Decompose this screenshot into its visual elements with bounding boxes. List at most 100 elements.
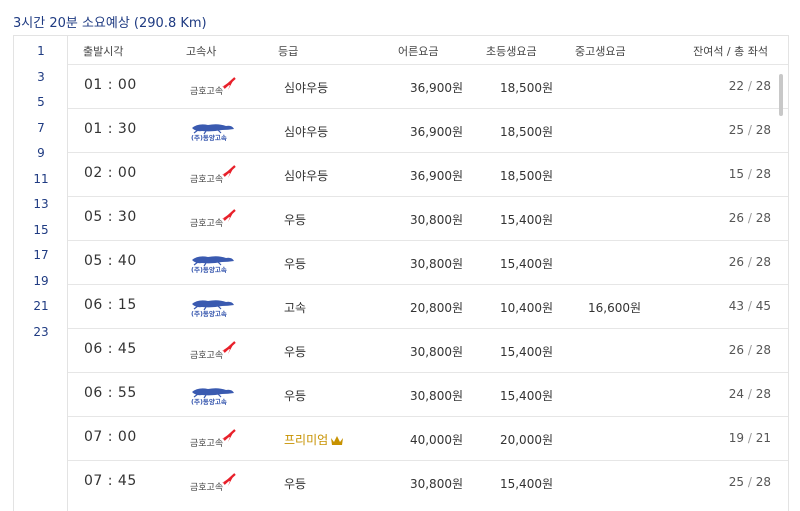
hour-index: 1 3 5 7 9 11 13 15 17 19 21 23 xyxy=(14,36,68,511)
seat-availability: 26 / 28 xyxy=(729,343,771,357)
bus-grade: 심야우등 xyxy=(284,79,328,96)
hour-link[interactable]: 17 xyxy=(14,248,68,262)
hour-link[interactable]: 9 xyxy=(14,146,68,160)
remaining-seats: 25 xyxy=(728,475,745,489)
crown-icon xyxy=(331,436,344,445)
total-seats: 28 xyxy=(755,475,771,489)
company-logo-text: 금호고속 xyxy=(190,482,223,493)
remaining-seats: 24 xyxy=(728,387,745,401)
adult-fare: 40,000원 xyxy=(409,433,463,447)
schedule-row[interactable]: 06 : 55 (주)동양고속 우등 30,800원 15,400원 24 / 28 xyxy=(68,372,788,415)
greyhound-logo-icon: (주)동양고속 xyxy=(191,256,234,273)
schedule-row[interactable]: 07 : 45 금호고속 우등 30,800원 15,400원 25 / 28 xyxy=(68,460,788,503)
seat-separator: / xyxy=(747,255,752,269)
kumho-logo-icon: 금호고속 xyxy=(190,209,236,229)
remaining-seats: 26 xyxy=(728,343,745,357)
company-logo-text: 금호고속 xyxy=(190,86,223,97)
adult-fare: 30,800원 xyxy=(409,389,463,403)
schedule-row[interactable]: 01 : 30 (주)동양고속 심야우등 36,900원 18,500원 25 / 28 xyxy=(68,108,788,151)
kumho-logo-icon: 금호고속 xyxy=(190,165,236,185)
col-company: 고속사 xyxy=(186,45,217,58)
child-fare: 15,400원 xyxy=(499,477,553,491)
bus-grade: 프리미엄 xyxy=(284,431,344,448)
departure-time: 02 : 00 xyxy=(84,165,137,181)
adult-fare: 36,900원 xyxy=(409,125,463,139)
seat-separator: / xyxy=(747,431,752,445)
seat-availability: 15 / 28 xyxy=(729,167,771,181)
company-logo-text: (주)동양고속 xyxy=(191,397,227,405)
grade-label: 우등 xyxy=(284,477,307,491)
hour-link[interactable]: 3 xyxy=(14,70,68,84)
total-seats: 21 xyxy=(755,431,771,445)
departure-time: 07 : 45 xyxy=(84,473,137,489)
bus-grade: 우등 xyxy=(284,475,306,492)
hour-link[interactable]: 5 xyxy=(14,95,68,109)
bus-grade: 고속 xyxy=(284,299,306,316)
kumho-logo-icon: 금호고속 xyxy=(190,429,236,449)
grade-label: 우등 xyxy=(284,389,307,403)
total-seats: 28 xyxy=(755,387,771,401)
col-adult: 어른요금 xyxy=(398,45,439,58)
schedule-row[interactable]: 05 : 30 금호고속 우등 30,800원 15,400원 26 / 28 xyxy=(68,196,788,239)
schedule-row[interactable]: 02 : 00 금호고속 심야우등 36,900원 18,500원 15 / 28 xyxy=(68,152,788,195)
schedule-panel: 1 3 5 7 9 11 13 15 17 19 21 23 출발시각 고속사 등급 어른요금 초등생… xyxy=(13,35,789,511)
schedule-row[interactable]: 05 : 40 (주)동양고속 우등 30,800원 15,400원 26 / 28 xyxy=(68,240,788,283)
remaining-seats: 22 xyxy=(728,79,745,93)
col-grade: 등급 xyxy=(278,45,299,58)
hour-link[interactable]: 19 xyxy=(14,274,68,288)
total-seats: 28 xyxy=(755,255,771,269)
remaining-seats: 43 xyxy=(728,299,745,313)
seat-availability: 26 / 28 xyxy=(729,255,771,269)
schedule-row[interactable]: 06 : 15 (주)동양고속 고속 20,800원 10,400원 16,600원 43 … xyxy=(68,284,788,327)
child-fare: 15,400원 xyxy=(499,389,553,403)
schedule-row[interactable]: 06 : 45 금호고속 우등 30,800원 15,400원 26 / 28 xyxy=(68,328,788,371)
scrollbar[interactable] xyxy=(779,74,783,116)
schedule-row[interactable]: 01 : 00 금호고속 심야우등 36,900원 18,500원 22 / 28 xyxy=(68,64,788,107)
seat-separator: / xyxy=(747,167,752,181)
hour-link[interactable]: 13 xyxy=(14,197,68,211)
col-teen: 중고생요금 xyxy=(575,45,626,58)
company-logo-text: (주)동양고속 xyxy=(191,309,227,317)
grade-label: 심야우등 xyxy=(284,125,329,139)
departure-time: 06 : 15 xyxy=(84,297,137,313)
bus-grade: 우등 xyxy=(284,255,306,272)
remaining-seats: 26 xyxy=(728,211,745,225)
schedule-list: 01 : 00 금호고속 심야우등 36,900원 18,500원 22 / 28 01 :… xyxy=(68,64,788,511)
remaining-seats: 19 xyxy=(728,431,745,445)
seat-separator: / xyxy=(747,299,752,313)
adult-fare: 20,800원 xyxy=(409,301,463,315)
departure-time: 06 : 55 xyxy=(84,385,137,401)
company-logo-text: 금호고속 xyxy=(190,350,223,361)
schedule-row[interactable]: 07 : 00 금호고속 프리미엄 40,000원 20,000원 19 / 21 xyxy=(68,416,788,459)
departure-time: 07 : 00 xyxy=(84,429,137,445)
seat-availability: 25 / 28 xyxy=(729,475,771,489)
bus-grade: 우등 xyxy=(284,343,306,360)
seat-availability: 24 / 28 xyxy=(729,387,771,401)
greyhound-logo-icon: (주)동양고속 xyxy=(191,300,234,317)
seat-separator: / xyxy=(747,211,752,225)
kumho-logo-icon: 금호고속 xyxy=(190,77,236,97)
child-fare: 18,500원 xyxy=(499,81,553,95)
hour-link[interactable]: 23 xyxy=(14,325,68,339)
child-fare: 18,500원 xyxy=(499,169,553,183)
company-logo-text: (주)동양고속 xyxy=(191,133,227,141)
hour-link[interactable]: 15 xyxy=(14,223,68,237)
route-summary: 3시간 20분 소요예상 (290.8 Km) xyxy=(13,16,207,31)
hour-link[interactable]: 7 xyxy=(14,121,68,135)
departure-time: 05 : 40 xyxy=(84,253,137,269)
grade-label: 프리미엄 xyxy=(284,433,329,447)
hour-link[interactable]: 1 xyxy=(14,44,68,58)
hour-link[interactable]: 21 xyxy=(14,299,68,313)
greyhound-logo-icon: (주)동양고속 xyxy=(191,388,234,405)
seat-separator: / xyxy=(747,79,752,93)
bus-grade: 심야우등 xyxy=(284,123,328,140)
total-seats: 28 xyxy=(755,211,771,225)
hour-link[interactable]: 11 xyxy=(14,172,68,186)
company-logo-text: (주)동양고속 xyxy=(191,265,227,273)
seat-availability: 25 / 28 xyxy=(729,123,771,137)
greyhound-logo-icon: (주)동양고속 xyxy=(191,124,234,141)
bus-grade: 우등 xyxy=(284,211,306,228)
seat-availability: 19 / 21 xyxy=(729,431,771,445)
grade-label: 심야우등 xyxy=(284,81,329,95)
seat-separator: / xyxy=(747,475,752,489)
